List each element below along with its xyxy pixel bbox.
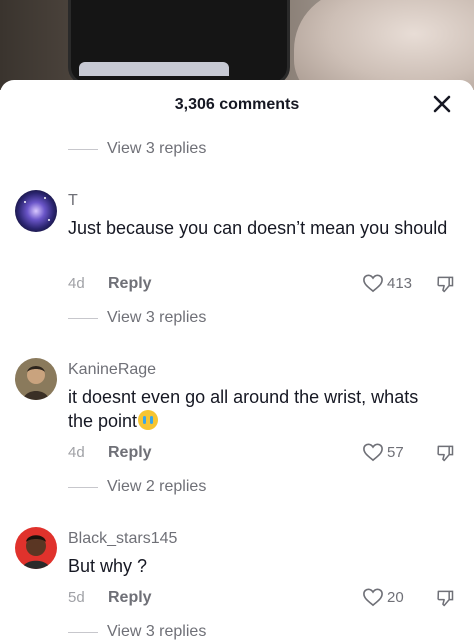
close-icon[interactable]	[430, 92, 454, 116]
like-count: 57	[387, 443, 404, 461]
like-count: 413	[387, 274, 413, 292]
view-replies-button[interactable]: View 2 replies	[68, 478, 206, 496]
reply-button[interactable]: Reply	[108, 444, 152, 462]
view-replies-button[interactable]: View 3 replies	[68, 309, 206, 327]
dislike-icon[interactable]	[435, 274, 455, 299]
comment-text: But why ?	[68, 556, 148, 576]
divider-line	[68, 148, 98, 150]
heart-icon	[363, 274, 383, 293]
reply-button[interactable]: Reply	[108, 589, 152, 607]
view-replies-label: View 3 replies	[107, 623, 207, 640]
view-replies-label: View 3 replies	[107, 309, 207, 326]
reply-button[interactable]: Reply	[108, 275, 152, 293]
comment-text: it doesnt even go all around the wrist, …	[68, 385, 448, 433]
comments-sheet: 3,306 comments View 3 replies T Just bec…	[0, 80, 474, 640]
like-button[interactable]: 57	[362, 442, 404, 462]
comment-username[interactable]: T	[68, 192, 78, 210]
avatar[interactable]	[15, 358, 57, 400]
video-background: ✕ ⊘ 34 ⚙	[0, 0, 474, 90]
like-button[interactable]: 413	[362, 273, 412, 293]
divider-line	[68, 317, 98, 319]
like-count: 20	[387, 588, 404, 606]
phone-screen	[79, 62, 229, 76]
hand-image	[294, 0, 474, 90]
comment-text-content: it doesnt even go all around the wrist, …	[68, 387, 419, 431]
phone-image: ✕ ⊘ 34 ⚙	[68, 0, 290, 85]
view-replies-label: View 2 replies	[107, 478, 207, 495]
comment-username[interactable]: KanineRage	[68, 361, 156, 379]
divider-line	[68, 486, 98, 488]
crying-face-icon	[138, 410, 159, 430]
view-replies-button[interactable]: View 3 replies	[68, 140, 206, 158]
comment-username[interactable]: Black_stars145	[68, 530, 177, 548]
like-button[interactable]: 20	[362, 587, 404, 607]
heart-icon	[363, 443, 383, 462]
comment-age: 5d	[68, 589, 85, 606]
comment-text: Just because you can doesn’t mean you sh…	[68, 218, 448, 238]
dislike-icon[interactable]	[435, 443, 455, 468]
comment-age: 4d	[68, 275, 85, 292]
dislike-icon[interactable]	[435, 588, 455, 613]
avatar[interactable]	[15, 190, 57, 232]
comment-age: 4d	[68, 444, 85, 461]
heart-icon	[363, 588, 383, 607]
view-replies-label: View 3 replies	[107, 140, 207, 157]
view-replies-button[interactable]: View 3 replies	[68, 623, 206, 641]
comments-count-title: 3,306 comments	[174, 96, 300, 113]
avatar[interactable]	[15, 527, 57, 569]
